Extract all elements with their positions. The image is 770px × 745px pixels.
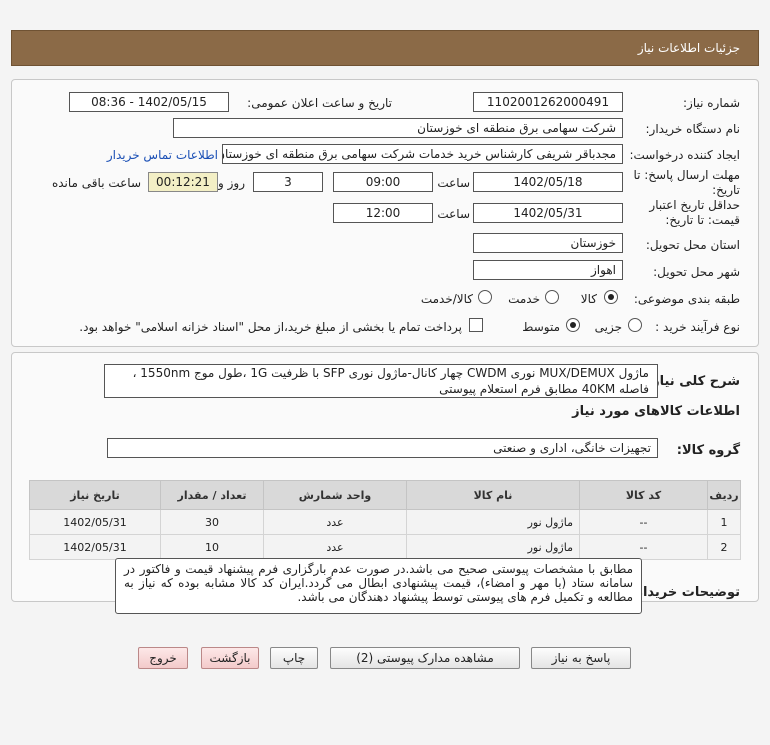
cell-name: ماژول نور: [406, 509, 580, 535]
page-title: جزئیات اطلاعات نیاز: [637, 41, 740, 55]
cell-date: 1402/05/31: [29, 509, 161, 535]
category-label: طبقه بندی موضوعی:: [633, 292, 740, 306]
cell-date: 1402/05/31: [29, 534, 161, 560]
cell-unit: عدد: [263, 509, 407, 535]
announce-label: تاریخ و ساعت اعلان عمومی:: [247, 96, 392, 110]
need-number-label: شماره نیاز:: [683, 96, 740, 110]
reply-date-field[interactable]: 1402/05/18: [473, 172, 623, 192]
treasury-note: پرداخت تمام یا بخشی از مبلغ خرید،از محل …: [79, 320, 462, 334]
province-field[interactable]: خوزستان: [473, 233, 623, 253]
category-goods-label: کالا: [580, 292, 597, 306]
province-label: استان محل تحویل:: [645, 238, 740, 252]
days-field[interactable]: 3: [253, 172, 323, 192]
remaining-time-label: ساعت باقی مانده: [51, 176, 141, 190]
cell-code: --: [579, 509, 708, 535]
buyer-notes-label: توضیحات خریدار:: [630, 585, 740, 600]
category-goods-radio[interactable]: [604, 290, 618, 304]
cell-qty: 30: [160, 509, 264, 535]
goods-info-heading: اطلاعات کالاهای مورد نیاز: [572, 404, 740, 419]
description-field[interactable]: ماژول MUX/DEMUX نوری CWDM چهار کانال-ماژ…: [104, 364, 658, 398]
cell-row: 1: [707, 509, 741, 535]
reply-deadline-label: مهلت ارسال پاسخ: تا تاریخ:: [633, 168, 740, 197]
col-qty: تعداد / مقدار: [160, 480, 264, 510]
table-header-row: ردیف کد کالا نام کالا واحد شمارش تعداد /…: [29, 480, 741, 510]
col-unit: واحد شمارش: [263, 480, 407, 510]
col-date: تاریخ نیاز: [29, 480, 161, 510]
table-row[interactable]: 1 -- ماژول نور عدد 30 1402/05/31: [29, 509, 741, 535]
col-code: کد کالا: [579, 480, 708, 510]
reply-time-label: ساعت: [437, 176, 470, 190]
days-label: روز و: [218, 176, 245, 190]
validity-time-field[interactable]: 12:00: [333, 203, 433, 223]
description-label: شرح کلی نیاز:: [646, 374, 740, 389]
cell-qty: 10: [160, 534, 264, 560]
validity-date-field[interactable]: 1402/05/31: [473, 203, 623, 223]
process-medium-label: متوسط: [522, 320, 560, 334]
cell-name: ماژول نور: [406, 534, 580, 560]
reply-button[interactable]: پاسخ به نیاز: [531, 647, 631, 669]
city-label: شهر محل تحویل:: [653, 265, 740, 279]
validity-label: حداقل تاریخ اعتبار قیمت: تا تاریخ:: [649, 198, 740, 227]
buyer-notes-field[interactable]: مطابق با مشخصات پیوستی صحیح می باشد.در ص…: [115, 558, 642, 614]
reply-time-field[interactable]: 09:00: [333, 172, 433, 192]
category-goods-service-label: کالا/خدمت: [420, 292, 473, 306]
print-button[interactable]: چاپ: [270, 647, 318, 669]
view-attachments-button[interactable]: مشاهده مدارک پیوستی (2): [330, 647, 520, 669]
goods-group-field[interactable]: تجهیزات خانگی، اداری و صنعتی: [107, 438, 658, 458]
cell-row: 2: [707, 534, 741, 560]
process-medium-radio[interactable]: [566, 318, 580, 332]
remaining-time-field: 00:12:21: [148, 172, 218, 192]
goods-group-label: گروه کالا:: [676, 443, 740, 458]
cell-unit: عدد: [263, 534, 407, 560]
process-minor-label: جزیی: [594, 320, 622, 334]
announce-field[interactable]: 1402/05/15 - 08:36: [69, 92, 229, 112]
process-minor-radio[interactable]: [628, 318, 642, 332]
col-name: نام کالا: [406, 480, 580, 510]
col-row: ردیف: [707, 480, 741, 510]
cell-code: --: [579, 534, 708, 560]
process-label: نوع فرآیند خرید :: [655, 320, 740, 334]
items-table: ردیف کد کالا نام کالا واحد شمارش تعداد /…: [29, 480, 741, 560]
buyer-org-label: نام دستگاه خریدار:: [645, 122, 741, 136]
category-goods-service-radio[interactable]: [478, 290, 492, 304]
need-number-field[interactable]: 1102001262000491: [473, 92, 623, 112]
category-service-radio[interactable]: [545, 290, 559, 304]
table-row[interactable]: 2 -- ماژول نور عدد 10 1402/05/31: [29, 534, 741, 560]
contact-buyer-link[interactable]: اطلاعات تماس خریدار: [107, 148, 218, 162]
treasury-checkbox[interactable]: [469, 318, 483, 332]
buyer-org-field[interactable]: شرکت سهامی برق منطقه ای خوزستان: [173, 118, 623, 138]
page-header: جزئیات اطلاعات نیاز: [11, 30, 759, 66]
city-field[interactable]: اهواز: [473, 260, 623, 280]
exit-button[interactable]: خروج: [138, 647, 188, 669]
category-service-label: خدمت: [508, 292, 540, 306]
creator-label: ایجاد کننده درخواست:: [629, 148, 740, 162]
validity-time-label: ساعت: [437, 207, 470, 221]
back-button[interactable]: بازگشت: [201, 647, 259, 669]
creator-field[interactable]: مجدباقر شریفی کارشناس خرید خدمات شرکت سه…: [222, 144, 623, 164]
